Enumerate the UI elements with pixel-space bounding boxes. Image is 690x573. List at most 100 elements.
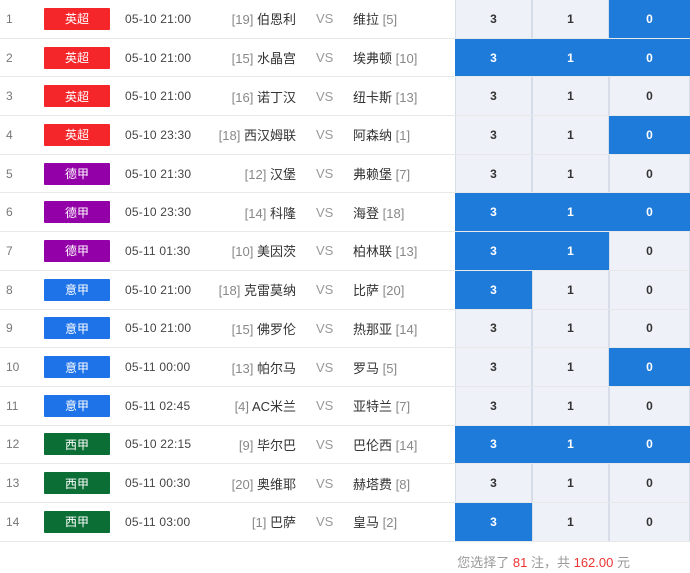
odds-lose-button[interactable]: 0 xyxy=(609,38,690,77)
league-badge[interactable]: 英超 xyxy=(44,85,110,108)
odds-lose-button[interactable]: 0 xyxy=(609,193,690,232)
odds-draw-button[interactable]: 1 xyxy=(532,193,609,232)
odds-draw-button[interactable]: 1 xyxy=(532,154,609,193)
home-team-name: 克雷莫纳 xyxy=(243,283,296,299)
league-badge[interactable]: 英超 xyxy=(44,7,110,30)
vs-label: VS xyxy=(316,166,334,182)
home-team-name: 佛罗伦 xyxy=(256,321,296,337)
odds-lose-button[interactable]: 0 xyxy=(609,0,690,38)
odds-win-button[interactable]: 3 xyxy=(455,0,532,38)
odds-win-button[interactable]: 3 xyxy=(455,348,532,386)
odds-draw-button[interactable]: 1 xyxy=(532,116,609,154)
odds-draw-button[interactable]: 1 xyxy=(532,309,609,348)
match-time: 05-10 21:00 xyxy=(125,50,192,65)
match-row: 8 意甲 05-10 21:00 [18] 克雷莫纳 VS 比萨 [20] 3 1 0 xyxy=(0,270,690,310)
odds-lose-button[interactable]: 0 xyxy=(609,464,690,502)
league-badge[interactable]: 英超 xyxy=(44,46,110,69)
odds-draw-button[interactable]: 1 xyxy=(532,425,609,464)
home-team-name: 诺丁汉 xyxy=(256,89,296,105)
odds-win-button[interactable]: 3 xyxy=(455,193,532,232)
match-row: 7 德甲 05-11 01:30 [10] 美因茨 VS 柏林联 [13] 3 1 0 xyxy=(0,232,690,271)
odds-lose-button[interactable]: 0 xyxy=(609,348,690,386)
odds-draw-button[interactable]: 1 xyxy=(532,348,609,386)
odds-draw-button[interactable]: 1 xyxy=(532,232,609,270)
match-time: 05-10 23:30 xyxy=(125,205,192,220)
home-team-name: 帕尔马 xyxy=(256,360,296,376)
odds-draw-button[interactable]: 1 xyxy=(532,77,609,116)
vs-label: VS xyxy=(316,88,334,104)
away-team-name: 比萨 xyxy=(353,283,380,299)
league-badge[interactable]: 西甲 xyxy=(44,510,110,533)
away-rank: [2] xyxy=(382,515,398,531)
odds-lose-button[interactable]: 0 xyxy=(609,154,690,193)
away-rank: [14] xyxy=(395,437,418,453)
away-team: 罗马 [5] xyxy=(353,358,397,377)
away-team-name: 柏林联 xyxy=(353,244,393,260)
match-number: 4 xyxy=(6,127,13,142)
league-badge[interactable]: 意甲 xyxy=(44,317,110,340)
league-badge[interactable]: 英超 xyxy=(44,123,110,146)
home-rank: [15] xyxy=(231,321,254,337)
odds-win-button[interactable]: 3 xyxy=(455,386,532,425)
odds-lose-button[interactable]: 0 xyxy=(609,77,690,116)
odds-draw-button[interactable]: 1 xyxy=(532,270,609,309)
odds-lose-button[interactable]: 0 xyxy=(609,502,690,541)
away-rank: [14] xyxy=(395,321,418,337)
league-badge[interactable]: 意甲 xyxy=(44,278,110,301)
league-badge[interactable]: 意甲 xyxy=(44,356,110,379)
match-row: 5 德甲 05-10 21:30 [12] 汉堡 VS 弗赖堡 [7] 3 1 0 xyxy=(0,154,690,194)
away-team-name: 海登 xyxy=(353,205,380,221)
vs-label: VS xyxy=(316,320,334,336)
odds-win-button[interactable]: 3 xyxy=(455,77,532,116)
odds-lose-button[interactable]: 0 xyxy=(609,116,690,154)
league-badge[interactable]: 意甲 xyxy=(44,394,110,417)
home-team: [18] 克雷莫纳 xyxy=(219,280,296,299)
odds-win-button[interactable]: 3 xyxy=(455,270,532,309)
odds-draw-button[interactable]: 1 xyxy=(532,464,609,502)
home-team: [18] 西汉姆联 xyxy=(219,125,296,144)
away-rank: [7] xyxy=(395,167,411,183)
home-team-name: 汉堡 xyxy=(269,167,296,183)
home-rank: [16] xyxy=(231,89,254,105)
away-team-name: 皇马 xyxy=(353,515,380,531)
home-rank: [15] xyxy=(231,51,254,67)
home-team: [16] 诺丁汉 xyxy=(232,87,296,106)
away-team-name: 罗马 xyxy=(353,360,380,376)
home-team-name: 伯恩利 xyxy=(256,12,296,28)
odds-win-button[interactable]: 3 xyxy=(455,154,532,193)
match-row: 11 意甲 05-11 02:45 [4] AC米兰 VS 亚特兰 [7] 3 1 0 xyxy=(0,386,690,426)
odds-win-button[interactable]: 3 xyxy=(455,425,532,464)
match-number: 6 xyxy=(6,205,13,220)
away-team-name: 巴伦西 xyxy=(353,437,393,453)
odds-win-button[interactable]: 3 xyxy=(455,464,532,502)
odds-lose-button[interactable]: 0 xyxy=(609,425,690,464)
league-badge[interactable]: 德甲 xyxy=(44,239,110,262)
league-badge[interactable]: 德甲 xyxy=(44,201,110,224)
odds-draw-button[interactable]: 1 xyxy=(532,386,609,425)
odds-lose-button[interactable]: 0 xyxy=(609,386,690,425)
match-number: 3 xyxy=(6,89,13,104)
match-number: 7 xyxy=(6,243,13,258)
match-number: 14 xyxy=(6,514,20,529)
odds-lose-button[interactable]: 0 xyxy=(609,309,690,348)
odds-draw-button[interactable]: 1 xyxy=(532,502,609,541)
home-rank: [20] xyxy=(231,476,254,492)
match-row: 12 西甲 05-10 22:15 [9] 毕尔巴 VS 巴伦西 [14] 3 1 0 xyxy=(0,425,690,465)
away-team: 海登 [18] xyxy=(353,203,404,222)
odds-lose-button[interactable]: 0 xyxy=(609,232,690,270)
league-badge[interactable]: 西甲 xyxy=(44,433,110,456)
match-time: 05-11 00:30 xyxy=(125,476,191,491)
odds-win-button[interactable]: 3 xyxy=(455,38,532,77)
odds-draw-button[interactable]: 1 xyxy=(532,38,609,77)
odds-win-button[interactable]: 3 xyxy=(455,232,532,270)
odds-win-button[interactable]: 3 xyxy=(455,309,532,348)
odds-lose-button[interactable]: 0 xyxy=(609,270,690,309)
league-badge[interactable]: 西甲 xyxy=(44,472,110,495)
home-rank: [14] xyxy=(244,205,267,221)
league-badge[interactable]: 德甲 xyxy=(44,162,110,185)
away-team-name: 纽卡斯 xyxy=(353,89,393,105)
odds-win-button[interactable]: 3 xyxy=(455,502,532,541)
odds-win-button[interactable]: 3 xyxy=(455,116,532,154)
odds-draw-button[interactable]: 1 xyxy=(532,0,609,38)
away-team-name: 亚特兰 xyxy=(353,399,393,415)
